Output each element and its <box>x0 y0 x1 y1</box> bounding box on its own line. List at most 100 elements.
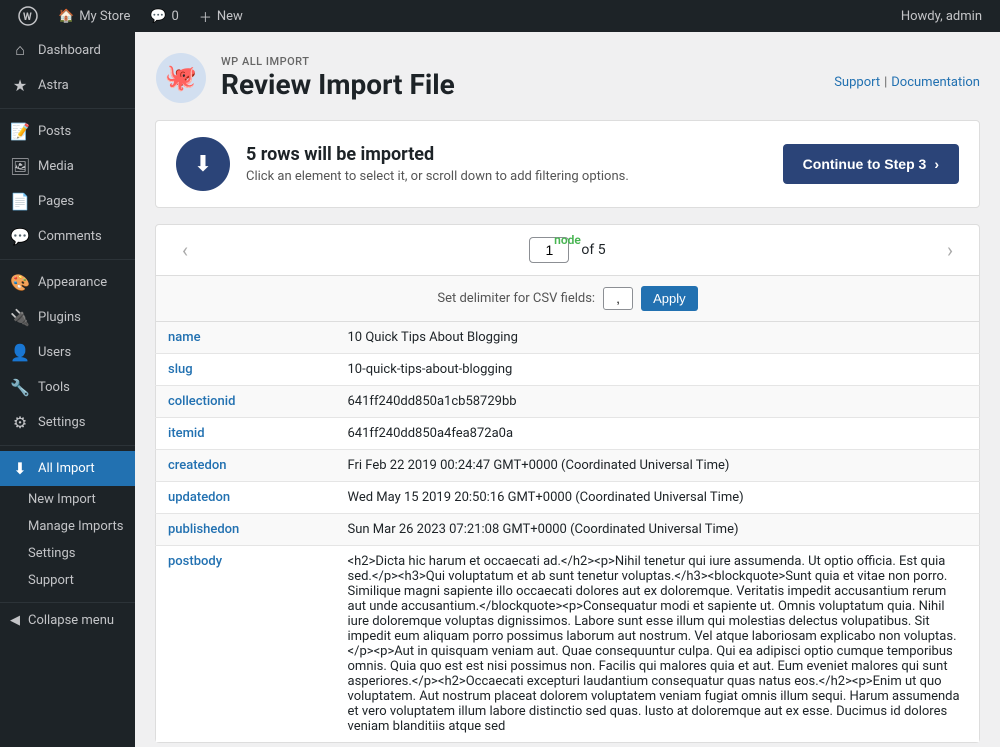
table-cell-key[interactable]: postbody <box>156 546 336 743</box>
comments-icon: 💬 <box>150 9 166 24</box>
sidebar-item-settings[interactable]: ⚙ Settings <box>0 405 135 440</box>
wp-logo-item[interactable]: W <box>10 6 46 26</box>
table-cell-value: 641ff240dd850a1cb58729bb <box>336 386 980 418</box>
table-row: publishedonSun Mar 26 2023 07:21:08 GMT+… <box>156 514 980 546</box>
pages-icon: 📄 <box>10 192 30 211</box>
table-cell-key[interactable]: publishedon <box>156 514 336 546</box>
sidebar: ⌂ Dashboard ★ Astra 📝 Posts 🖼 Media 📄 Pa… <box>0 32 135 747</box>
link-separator: | <box>884 75 887 90</box>
support-link[interactable]: Support <box>834 75 880 90</box>
manage-imports-label: Manage Imports <box>28 519 123 534</box>
continue-button[interactable]: Continue to Step 3 › <box>783 144 959 184</box>
pager-prev-button[interactable]: ‹ <box>172 238 198 262</box>
node-label: node <box>554 233 581 247</box>
table-row: itemid641ff240dd850a4fea872a0a <box>156 418 980 450</box>
settings-icon: ⚙ <box>10 413 30 432</box>
sidebar-item-label: Pages <box>38 194 74 209</box>
media-icon: 🖼 <box>10 157 30 176</box>
sidebar-item-posts[interactable]: 📝 Posts <box>0 114 135 149</box>
adminbar-left: W 🏠 My Store 💬 0 ＋ New <box>10 6 251 26</box>
collapse-icon: ◀ <box>10 613 20 628</box>
posts-icon: 📝 <box>10 122 30 141</box>
table-cell-value: 10 Quick Tips About Blogging <box>336 322 980 354</box>
sidebar-item-label: Settings <box>38 415 85 430</box>
astra-icon: ★ <box>10 76 30 95</box>
sidebar-item-label: Posts <box>38 124 71 139</box>
continue-button-label: Continue to Step 3 <box>803 156 927 172</box>
table-cell-key[interactable]: itemid <box>156 418 336 450</box>
header-links: Support | Documentation <box>834 67 980 90</box>
sidebar-menu: ⌂ Dashboard ★ Astra 📝 Posts 🖼 Media 📄 Pa… <box>0 32 135 594</box>
plugin-brand: WP ALL IMPORT <box>221 55 455 68</box>
import-rows-text: 5 rows will be imported <box>246 144 767 165</box>
all-import-icon: ⬇ <box>10 459 30 478</box>
plugin-title: Review Import File <box>221 68 455 102</box>
sidebar-item-label: Dashboard <box>38 43 101 58</box>
plugins-icon: 🔌 <box>10 308 30 327</box>
table-cell-key[interactable]: name <box>156 322 336 354</box>
comments-count: 0 <box>172 9 179 24</box>
users-icon: 👤 <box>10 343 30 362</box>
sidebar-item-label: Appearance <box>38 275 107 290</box>
table-cell-key[interactable]: createdon <box>156 450 336 482</box>
sidebar-item-appearance[interactable]: 🎨 Appearance <box>0 265 135 300</box>
plugin-logo-icon: 🐙 <box>155 52 207 104</box>
content-wrapper: node ‹ › 1 of 5 Set delimiter for CSV fi… <box>155 224 980 743</box>
sidebar-item-all-import[interactable]: ⬇ All Import <box>0 451 135 486</box>
sidebar-item-label: Comments <box>38 229 102 244</box>
table-row: slug10-quick-tips-about-blogging <box>156 354 980 386</box>
sidebar-sub-settings[interactable]: Settings <box>0 540 135 567</box>
apply-button[interactable]: Apply <box>641 286 698 311</box>
import-banner-text: 5 rows will be imported Click an element… <box>246 144 767 184</box>
sidebar-item-plugins[interactable]: 🔌 Plugins <box>0 300 135 335</box>
sidebar-sub-manage-imports[interactable]: Manage Imports <box>0 513 135 540</box>
table-cell-value: Wed May 15 2019 20:50:16 GMT+0000 (Coord… <box>336 482 980 514</box>
table-cell-key[interactable]: updatedon <box>156 482 336 514</box>
table-cell-value: 641ff240dd850a4fea872a0a <box>336 418 980 450</box>
table-row: postbody<h2>Dicta hic harum et occaecati… <box>156 546 980 743</box>
new-item[interactable]: ＋ New <box>191 7 251 26</box>
collapse-menu-button[interactable]: ◀ Collapse menu <box>0 603 135 638</box>
pager-of-text: of 5 <box>581 242 605 258</box>
comments-icon: 💬 <box>10 227 30 246</box>
delimiter-row: Set delimiter for CSV fields: , Apply <box>155 276 980 322</box>
pager-total: 5 <box>598 242 606 258</box>
table-cell-key[interactable]: collectionid <box>156 386 336 418</box>
sidebar-sub-support[interactable]: Support <box>0 567 135 594</box>
table-row: createdonFri Feb 22 2019 00:24:47 GMT+00… <box>156 450 980 482</box>
pager-box: node ‹ › 1 of 5 <box>155 224 980 276</box>
sub-settings-label: Settings <box>28 546 75 561</box>
pager-next-button[interactable]: › <box>937 238 963 262</box>
data-table: name10 Quick Tips About Bloggingslug10-q… <box>155 322 980 743</box>
sidebar-item-label: Astra <box>38 78 69 93</box>
table-cell-value: Sun Mar 26 2023 07:21:08 GMT+0000 (Coord… <box>336 514 980 546</box>
sub-support-label: Support <box>28 573 74 588</box>
delimiter-label: Set delimiter for CSV fields: <box>437 291 595 306</box>
delimiter-input[interactable]: , <box>603 287 633 310</box>
table-cell-value: Fri Feb 22 2019 00:24:47 GMT+0000 (Coord… <box>336 450 980 482</box>
sidebar-item-label: Media <box>38 159 74 174</box>
table-cell-value: <h2>Dicta hic harum et occaecati ad.</h2… <box>336 546 980 743</box>
download-icon: ⬇ <box>194 152 212 177</box>
continue-arrow-icon: › <box>934 156 939 172</box>
site-name-item[interactable]: 🏠 My Store <box>50 9 138 24</box>
import-banner: ⬇ 5 rows will be imported Click an eleme… <box>155 120 980 208</box>
import-subtitle: Click an element to select it, or scroll… <box>246 169 767 184</box>
comments-item[interactable]: 💬 0 <box>142 9 187 24</box>
sidebar-item-astra[interactable]: ★ Astra <box>0 68 135 103</box>
svg-text:🐙: 🐙 <box>165 63 197 93</box>
collapse-label: Collapse menu <box>28 613 114 628</box>
tools-icon: 🔧 <box>10 378 30 397</box>
table-cell-value: 10-quick-tips-about-blogging <box>336 354 980 386</box>
sidebar-sub-new-import[interactable]: New Import <box>0 486 135 513</box>
sidebar-item-tools[interactable]: 🔧 Tools <box>0 370 135 405</box>
table-cell-key[interactable]: slug <box>156 354 336 386</box>
documentation-link[interactable]: Documentation <box>891 75 980 90</box>
site-name: My Store <box>79 9 130 24</box>
sidebar-item-comments[interactable]: 💬 Comments <box>0 219 135 254</box>
sidebar-item-pages[interactable]: 📄 Pages <box>0 184 135 219</box>
sidebar-item-media[interactable]: 🖼 Media <box>0 149 135 184</box>
table-row: name10 Quick Tips About Blogging <box>156 322 980 354</box>
sidebar-item-dashboard[interactable]: ⌂ Dashboard <box>0 32 135 68</box>
sidebar-item-users[interactable]: 👤 Users <box>0 335 135 370</box>
